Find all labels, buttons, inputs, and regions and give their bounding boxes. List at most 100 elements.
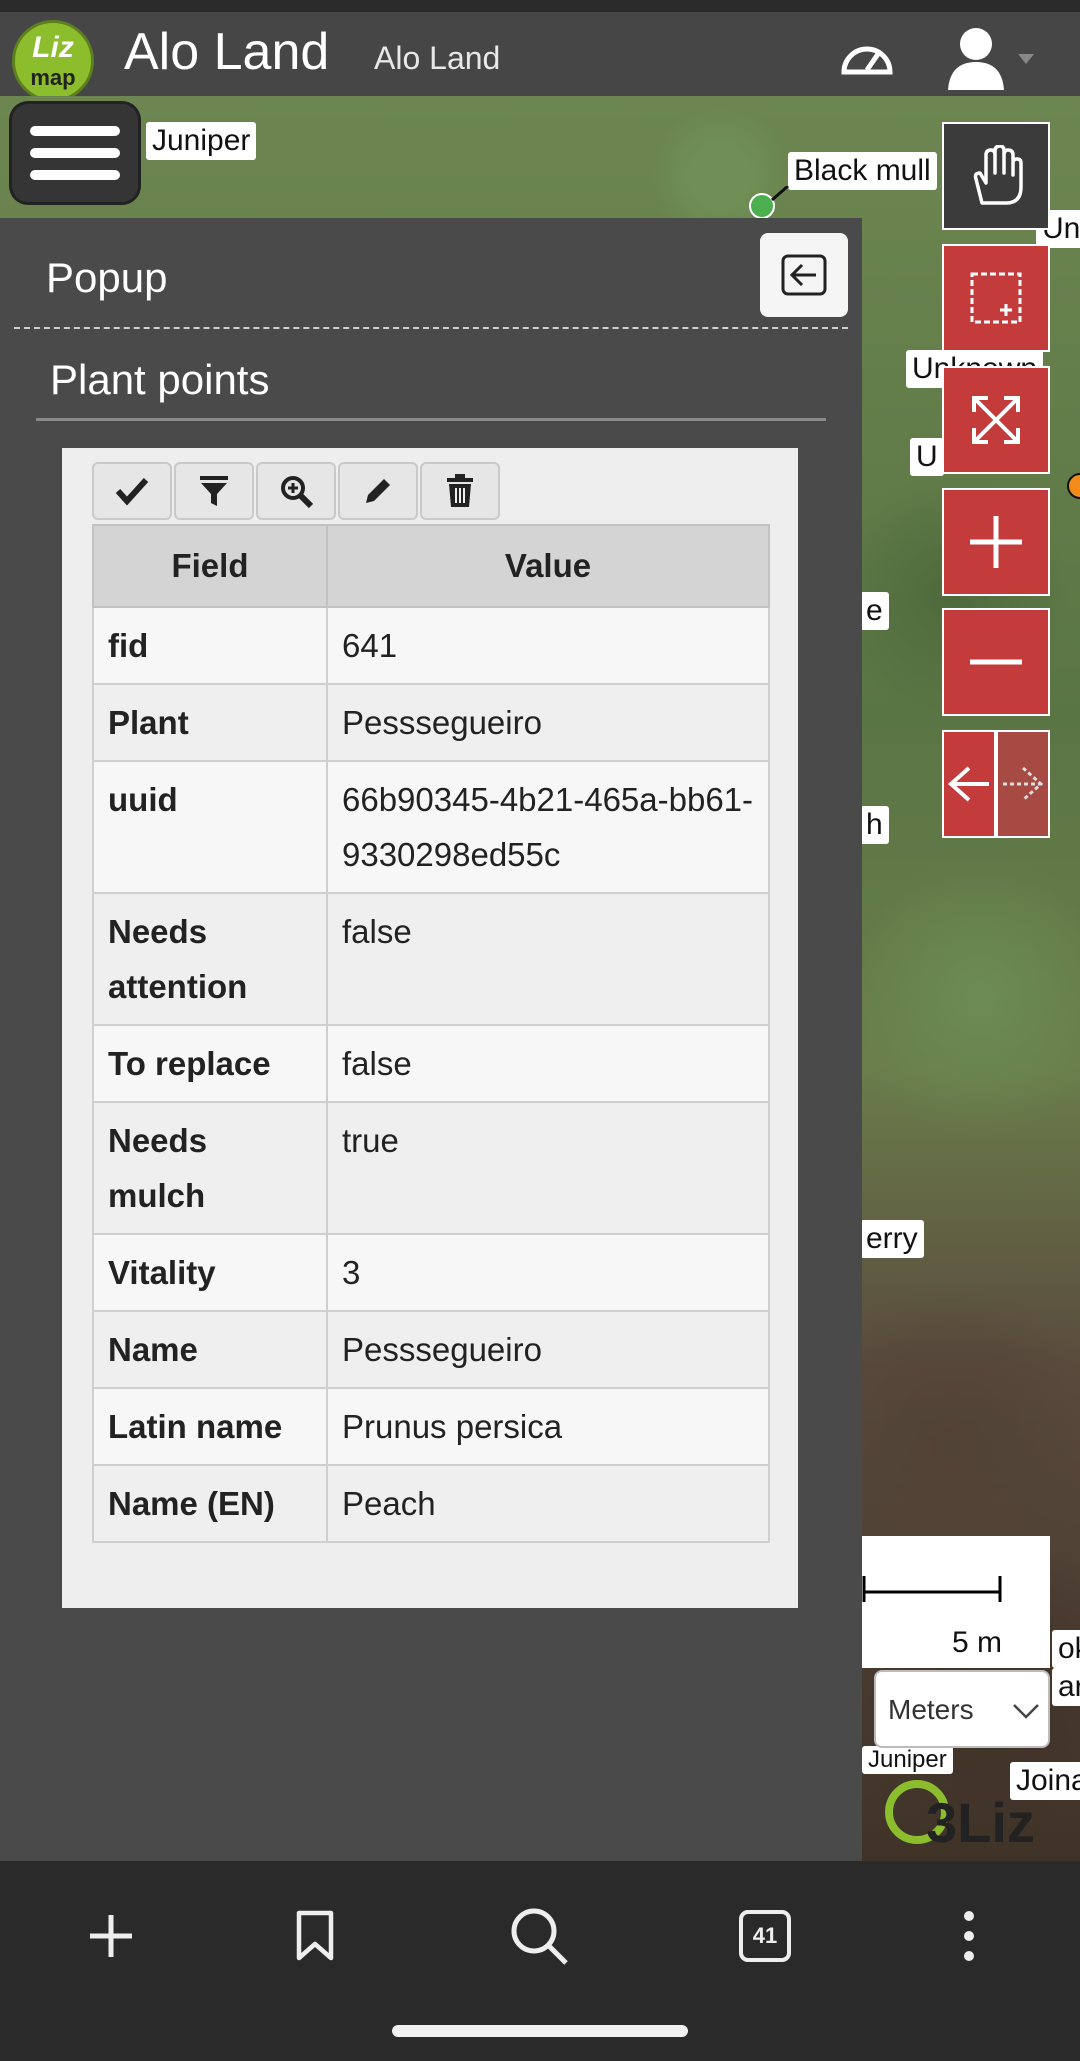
scale-label: 5 m [952,1626,1003,1659]
field-value: 66b90345-4b21-465a-bb61-9330298ed55c [326,760,770,894]
table-row: uuid 66b90345-4b21-465a-bb61-9330298ed55c [92,760,770,894]
search-button[interactable] [504,1901,574,1971]
feature-toolbar [92,462,500,520]
scale-line [862,1576,1002,1602]
logo-text-liz: Liz [32,31,74,64]
plus-icon [90,1915,132,1957]
scale-bar: 5 m [862,1536,1050,1668]
lizmap-logo[interactable]: Liz map [12,20,94,102]
new-tab-button[interactable] [76,1901,146,1971]
feature-card: Field Value fid 641 Plant Pesssegueiro uui… [62,448,798,1608]
arrow-left-icon [947,766,989,802]
tabs-count: 41 [739,1910,791,1962]
more-options-button[interactable] [934,1901,1004,1971]
field-value: Pesssegueiro [326,683,770,762]
check-icon [115,477,149,506]
map-label: e [860,592,889,630]
menu-button[interactable] [12,104,138,202]
field-name: fid [92,606,328,685]
map-label: U [910,438,944,476]
previous-view-button[interactable] [942,730,996,838]
field-value: false [326,1024,770,1103]
zoom-full-extent-button[interactable] [942,366,1050,474]
bookmarks-button[interactable] [280,1901,350,1971]
more-vertical-icon [964,1911,974,1961]
search-icon [511,1908,568,1965]
user-menu-icon[interactable] [944,20,1044,92]
collapse-panel-button[interactable] [760,233,848,317]
divider [14,327,848,329]
panel-title: Popup [46,254,168,301]
popup-panel: Popup Plant points Field Value fid 641 P… [0,218,862,1861]
chevron-down-icon [1013,1704,1039,1719]
zoom-rectangle-button[interactable] [942,244,1050,352]
3liz-logo: 3Liz [862,1766,1080,1861]
divider [36,418,826,421]
collapse-left-icon [781,254,827,296]
pencil-icon [366,479,390,503]
edit-button[interactable] [338,462,418,520]
field-name: Needs attention [92,892,328,1026]
table-row: Name Pesssegueiro [92,1310,770,1389]
map-label: erry [860,1220,924,1258]
map-label: Black mull [788,152,937,190]
app-title: Alo Land [124,23,330,81]
field-value: Prunus persica [326,1387,770,1466]
column-header-value: Value [326,524,770,608]
field-name: Name [92,1310,328,1389]
map-label: ar [1052,1668,1080,1706]
top-bar: Liz map Alo Land Alo Land [0,12,1080,102]
tabs-button[interactable]: 41 [730,1901,800,1971]
attribute-table: Field Value fid 641 Plant Pesssegueiro uui… [92,524,770,1543]
units-select[interactable]: Meters [874,1670,1050,1748]
arrow-right-icon [1003,766,1044,802]
field-name: To replace [92,1024,328,1103]
delete-button[interactable] [420,462,500,520]
zoom-icon [281,476,313,508]
status-bar [0,0,1080,12]
field-value: 641 [326,606,770,685]
field-name: Plant [92,683,328,762]
table-row: To replace false [92,1024,770,1103]
home-indicator[interactable] [392,2025,688,2037]
field-value: Pesssegueiro [326,1310,770,1389]
field-name: Vitality [92,1233,328,1312]
browser-bottom-bar: 41 [0,1861,1080,2061]
zoom-box-icon [970,272,1022,324]
field-name: Latin name [92,1387,328,1466]
plus-icon [970,516,1022,568]
logo-text-map: map [30,65,76,90]
expand-icon [972,396,1020,444]
map-label: h [860,806,889,844]
app-subtitle: Alo Land [374,40,501,76]
layer-title: Plant points [50,356,270,403]
zoom-to-feature-button[interactable] [256,462,336,520]
map-label: Juniper [146,122,257,160]
field-value: false [326,892,770,1026]
bookmark-icon [296,1910,334,1961]
zoom-in-button[interactable] [942,488,1050,596]
table-row: Plant Pesssegueiro [92,683,770,762]
field-value: true [326,1101,770,1235]
field-name: uuid [92,760,328,894]
zoom-out-button[interactable] [942,608,1050,716]
next-view-button[interactable] [996,730,1050,838]
field-value: Peach [326,1464,770,1543]
table-row: Latin name Prunus persica [92,1387,770,1466]
table-row: fid 641 [92,606,770,685]
minus-icon [970,659,1022,665]
hand-icon [973,145,1023,205]
filter-icon [200,476,228,506]
table-row: Needs attention false [92,892,770,1026]
pan-tool-button[interactable] [942,122,1050,230]
select-button[interactable] [92,462,172,520]
filter-button[interactable] [174,462,254,520]
plant-marker[interactable] [1064,456,1080,516]
field-name: Needs mulch [92,1101,328,1235]
map-label: ok [1052,1630,1080,1668]
table-row: Name (EN) Peach [92,1464,770,1543]
trash-icon [447,474,473,507]
field-name: Name (EN) [92,1464,328,1543]
column-header-field: Field [92,524,328,608]
dashboard-icon[interactable] [840,38,894,78]
